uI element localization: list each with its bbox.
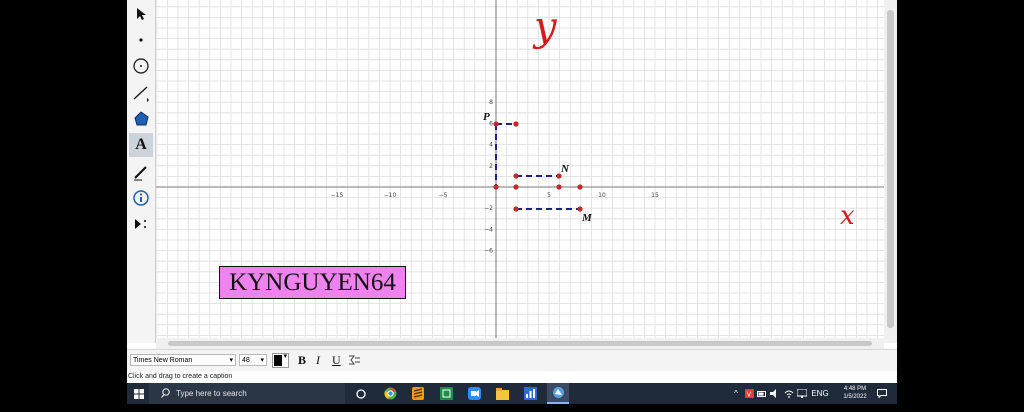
text-tool-icon[interactable]: A [129,133,153,157]
y-tick-label: 6 [489,120,493,127]
font-family-select[interactable]: Times New Roman ▾ [130,354,236,366]
italic-button[interactable]: I [316,353,320,368]
notifications-icon[interactable] [875,383,889,404]
network-icon[interactable] [797,383,807,404]
volume-icon[interactable] [770,383,780,404]
text-color-button[interactable]: ▾ [272,353,289,368]
handwritten-x-label[interactable]: x [840,201,855,231]
math-format-icon[interactable] [347,353,361,367]
point[interactable] [513,184,519,190]
sketchpad-taskbar-icon[interactable] [547,383,569,404]
tool-palette: A [127,0,156,343]
point-M[interactable] [577,206,583,212]
chevron-down-icon: ▾ [229,357,233,364]
handwritten-y-label[interactable]: y [532,4,558,50]
line-icon[interactable] [129,81,153,105]
point[interactable] [513,173,519,179]
polygon-icon[interactable] [129,107,153,131]
point-label-M[interactable]: M [581,212,593,224]
circle-icon[interactable] [129,54,153,78]
font-size-select[interactable]: 48 ▾ [239,354,267,366]
font-size-value: 48 [242,357,250,364]
x-tick-label: 5 [547,192,551,199]
vertical-scroll-thumb[interactable] [887,10,894,328]
search-placeholder: Type here to search [176,389,247,398]
point[interactable] [513,121,519,127]
system-clock[interactable]: 4:48 PM 1/5/2022 [835,385,875,401]
point[interactable] [513,206,519,212]
point-icon[interactable] [129,28,153,52]
status-bar: Click and drag to create a caption [127,371,897,383]
sketchpad-window: A −15 −10 −5 5 10 15 8 6 4 2 −2 −4 −6 P … [127,0,897,383]
underline-button[interactable]: U [332,353,341,368]
chevron-down-icon: ▾ [260,357,264,364]
windows-start-icon[interactable] [131,383,147,404]
zoom-icon[interactable] [465,383,483,404]
y-tick-label: 2 [489,163,493,170]
language-indicator[interactable]: ENG [811,383,829,404]
info-icon[interactable] [129,186,153,210]
x-tick-label: 10 [598,192,606,199]
x-tick-label: −10 [384,192,397,199]
x-tick-label: 15 [651,192,659,199]
graph-canvas[interactable]: −15 −10 −5 5 10 15 8 6 4 2 −2 −4 −6 P N … [156,0,884,338]
vertical-scrollbar[interactable] [884,0,897,343]
point-label-N[interactable]: N [560,163,570,175]
y-tick-label: 8 [489,99,493,106]
point[interactable] [577,184,583,190]
color-swatch [274,355,282,366]
battery-icon[interactable] [757,383,767,404]
horizontal-scrollbar[interactable] [156,338,884,349]
wifi-icon[interactable] [784,383,794,404]
clock-date: 1/5/2022 [843,394,867,400]
y-tick-label: −2 [484,205,493,212]
point[interactable] [493,184,499,190]
point[interactable] [556,184,562,190]
y-tick-label: −4 [484,226,493,233]
search-icon [161,383,171,412]
y-tick-label: −6 [484,248,493,255]
sublime-app-icon[interactable] [409,383,427,404]
point-label-P[interactable]: P [483,111,490,123]
caption-textbox[interactable]: KYNGUYEN64 [219,266,406,299]
chrome-icon[interactable] [381,383,399,404]
svg-text:V: V [746,391,751,399]
point-P[interactable] [493,121,499,127]
bold-button[interactable]: B [298,353,306,368]
font-family-value: Times New Roman [133,357,193,364]
file-explorer-icon[interactable] [493,383,511,404]
taskbar-search[interactable]: Type here to search [149,383,345,404]
x-tick-label: −5 [439,192,448,199]
chart-app-icon[interactable] [521,383,539,404]
app-tray-icon[interactable]: V [744,383,754,404]
pen-icon[interactable] [129,160,153,184]
play-more-icon[interactable] [129,212,153,236]
windows-taskbar: Type here to search ^ V ENG 4:48 PM 1/5/… [127,383,897,404]
text-style-bar: Times New Roman ▾ 48 ▾ ▾ B I U [127,349,897,372]
green-app-icon[interactable] [437,383,455,404]
horizontal-scroll-thumb[interactable] [168,341,872,346]
y-tick-label: 4 [489,142,493,149]
x-tick-label: −15 [331,192,344,199]
arrow-icon[interactable] [129,2,153,26]
chevron-down-icon: ▾ [283,353,287,360]
chevron-up-icon[interactable]: ^ [731,383,741,404]
task-view-icon[interactable] [353,383,369,404]
clock-time: 4:48 PM [843,386,867,392]
